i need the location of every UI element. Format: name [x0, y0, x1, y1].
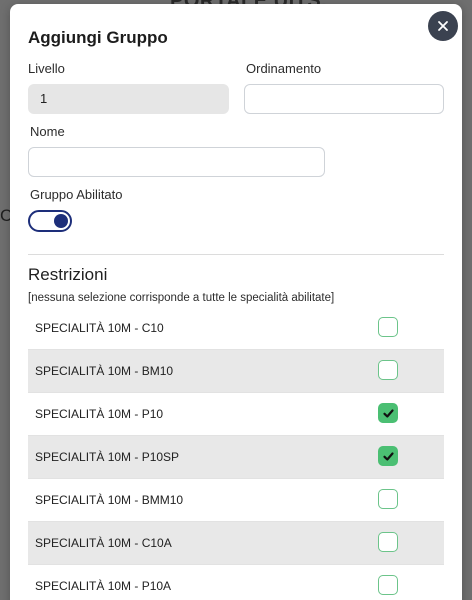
livello-label: Livello: [28, 61, 65, 76]
specialita-label: SPECIALITÀ 10M - BM10: [35, 364, 174, 378]
list-item: SPECIALITÀ 10M - P10SP: [28, 436, 444, 479]
list-item: SPECIALITÀ 10M - C10: [28, 307, 444, 350]
restrizioni-title: Restrizioni: [28, 265, 108, 284]
specialita-label: SPECIALITÀ 10M - BMM10: [35, 493, 184, 507]
gruppo-abilitato-label: Gruppo Abilitato: [30, 187, 123, 202]
specialita-label: SPECIALITÀ 10M - C10A: [35, 536, 172, 550]
specialita-label: SPECIALITÀ 10M - P10A: [35, 579, 172, 593]
restrizioni-list: SPECIALITÀ 10M - C10 SPECIALITÀ 10M - BM…: [28, 307, 444, 600]
specialita-checkbox[interactable]: [378, 532, 398, 552]
modal-title: Aggiungi Gruppo: [28, 28, 168, 47]
list-item: SPECIALITÀ 10M - BMM10: [28, 479, 444, 522]
toggle-knob: [54, 214, 68, 228]
specialita-label: SPECIALITÀ 10M - C10: [35, 321, 164, 335]
specialita-checkbox[interactable]: [378, 360, 398, 380]
specialita-label: SPECIALITÀ 10M - P10: [35, 407, 164, 421]
nome-field[interactable]: [28, 147, 325, 177]
specialita-checkbox[interactable]: [378, 489, 398, 509]
specialita-checkbox[interactable]: [378, 403, 398, 423]
list-item: SPECIALITÀ 10M - C10A: [28, 522, 444, 565]
close-button[interactable]: [428, 11, 458, 41]
list-item: SPECIALITÀ 10M - P10: [28, 393, 444, 436]
gruppo-abilitato-toggle[interactable]: [28, 210, 72, 232]
add-group-modal: Aggiungi Gruppo Livello 1 Ordinamento No…: [10, 4, 462, 600]
checkmark-icon: [382, 451, 394, 461]
specialita-checkbox[interactable]: [378, 575, 398, 595]
close-icon: [438, 21, 448, 31]
list-item: SPECIALITÀ 10M - P10A: [28, 565, 444, 600]
section-divider: [28, 254, 444, 255]
checkmark-icon: [382, 408, 394, 418]
restrizioni-note: [nessuna selezione corrisponde a tutte l…: [28, 292, 335, 304]
specialita-label: SPECIALITÀ 10M - P10SP: [35, 450, 180, 464]
ordinamento-field[interactable]: [244, 84, 444, 114]
livello-field: 1: [28, 84, 229, 114]
specialita-checkbox[interactable]: [378, 446, 398, 466]
specialita-checkbox[interactable]: [378, 317, 398, 337]
ordinamento-label: Ordinamento: [246, 61, 322, 76]
nome-label: Nome: [30, 124, 65, 139]
list-item: SPECIALITÀ 10M - BM10: [28, 350, 444, 393]
